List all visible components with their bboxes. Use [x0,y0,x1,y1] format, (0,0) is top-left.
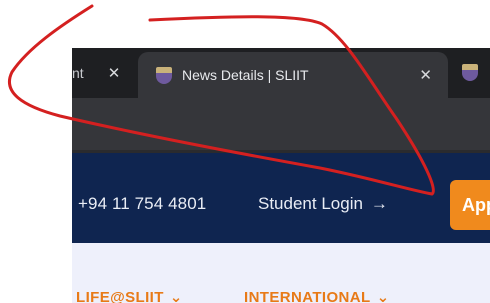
browser-toolbar [72,98,490,150]
close-icon[interactable]: ✕ [419,66,432,84]
arrow-right-icon: → [370,194,388,213]
nav-label: LIFE@SLIIT [76,289,164,303]
chevron-down-icon: ⌄ [169,289,183,303]
phone-number[interactable]: +94 11 754 4801 [78,194,206,214]
tab-news-details[interactable]: News Details | SLIIT ✕ [138,52,448,98]
student-login-label: Student Login [258,194,363,213]
nav-item-international[interactable]: INTERNATIONAL ⌄ [244,288,390,303]
nav-label: INTERNATIONAL [244,289,371,303]
close-icon[interactable]: ✕ [108,64,121,82]
tab-title: nt [72,65,84,81]
browser-screenshot: nt ✕ News Details | SLIIT ✕ +94 11 754 4… [72,0,490,303]
nav-item-life-at-sliit[interactable]: LIFE@SLIIT ⌄ [76,288,183,303]
student-login-link[interactable]: Student Login → [258,194,388,214]
chevron-down-icon: ⌄ [376,289,390,303]
tab-previous[interactable]: nt ✕ [72,54,138,92]
sliit-favicon-icon [156,66,172,84]
sliit-favicon-icon[interactable] [462,64,478,81]
apply-button[interactable]: App [450,180,490,230]
tab-title: News Details | SLIIT [182,67,309,83]
